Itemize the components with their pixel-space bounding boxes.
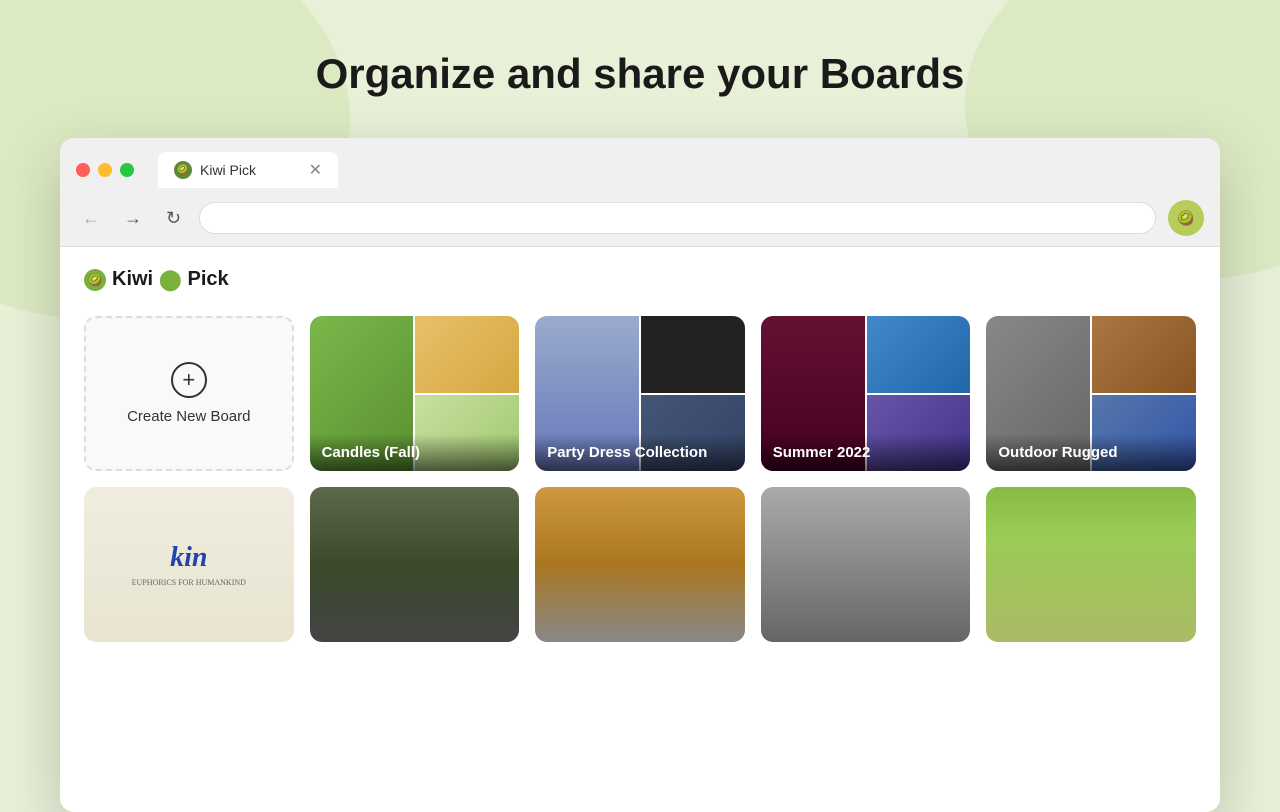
party-label: Party Dress Collection [535,434,745,471]
board-card-candles[interactable]: Candles (Fall) [310,316,520,471]
close-button[interactable] [76,163,90,177]
browser-chrome: 🥝 Kiwi Pick ✕ ← → ↻ 🥝 [60,138,1220,247]
kiwi-favicon: 🥝 [174,161,192,179]
board-card-summer[interactable]: Summer 2022 [761,316,971,471]
browser-tab[interactable]: 🥝 Kiwi Pick ✕ [158,152,338,188]
create-new-board-card[interactable]: + Create New Board [84,316,294,471]
board-card-street[interactable] [761,487,971,642]
tab-bar: 🥝 Kiwi Pick ✕ [158,152,338,188]
boards-row-1: + Create New Board Candles (Fall) [84,316,1196,471]
board-card-outdoor[interactable]: Outdoor Rugged [986,316,1196,471]
back-button[interactable]: ← [76,204,106,233]
green-image [986,487,1196,642]
create-plus-icon: + [171,362,207,398]
jacket1-image [310,487,520,642]
board-card-green[interactable] [986,487,1196,642]
jacket2-image [535,487,745,642]
boards-row-2: kin EUPHORICS FOR HUMANKIND [84,487,1196,642]
maximize-button[interactable] [120,163,134,177]
summer-img-2 [867,316,971,393]
forward-button[interactable]: → [118,204,148,233]
candles-img-2 [415,316,519,393]
browser-top-bar: 🥝 Kiwi Pick ✕ [76,152,1204,188]
outdoor-img-2 [1092,316,1196,393]
tab-title: Kiwi Pick [200,162,256,178]
minimize-button[interactable] [98,163,112,177]
address-bar[interactable] [199,202,1156,234]
logo-text: Kiwi [112,268,153,291]
kin-image: kin EUPHORICS FOR HUMANKIND [84,487,294,642]
tab-close-button[interactable]: ✕ [309,160,322,180]
summer-label: Summer 2022 [761,434,971,471]
page-title: Organize and share your Boards [0,0,1280,98]
logo-kiwi-icon: 🥝 [84,269,106,291]
app-content: 🥝 Kiwi⬤Pick + Create New Board Candles (… [60,247,1220,812]
app-logo: 🥝 Kiwi⬤Pick [84,267,1196,292]
browser-nav-row: ← → ↻ 🥝 [76,200,1204,236]
board-card-kin[interactable]: kin EUPHORICS FOR HUMANKIND [84,487,294,642]
candles-label: Candles (Fall) [310,434,520,471]
board-card-jacket1[interactable] [310,487,520,642]
logo-pick: ⬤ [159,267,181,292]
party-img-2 [641,316,745,393]
board-card-jacket2[interactable] [535,487,745,642]
browser-window: 🥝 Kiwi Pick ✕ ← → ↻ 🥝 🥝 Kiwi⬤Pick + Cre [60,138,1220,812]
board-card-party[interactable]: Party Dress Collection [535,316,745,471]
refresh-button[interactable]: ↻ [160,204,187,233]
profile-button[interactable]: 🥝 [1168,200,1204,236]
outdoor-label: Outdoor Rugged [986,434,1196,471]
street-image [761,487,971,642]
create-board-label: Create New Board [127,408,250,425]
